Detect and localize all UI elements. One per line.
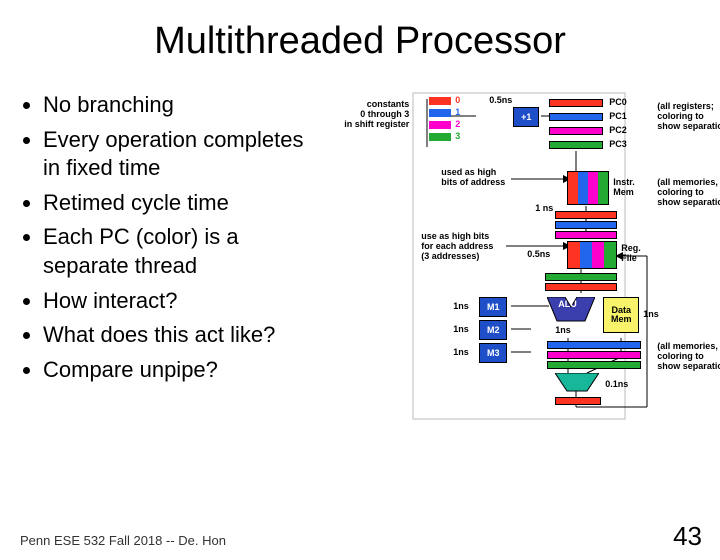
diagram-wires: [331, 91, 711, 421]
label-1ns-dm: 1ns: [643, 309, 659, 319]
all-memories-label: (all memories, coloring to show separati…: [657, 177, 720, 207]
shift-reg-3: [429, 133, 451, 141]
all-memories-label-2: (all memories, coloring to show separati…: [657, 341, 720, 371]
m1-box: M1: [479, 297, 507, 317]
shift-reg-1: [429, 109, 451, 117]
list-item: Retimed cycle time: [43, 189, 325, 218]
stage-reg-e: [545, 283, 617, 291]
label-1ns-instr: 1 ns: [535, 203, 553, 213]
pc1-label: PC1: [609, 111, 627, 121]
stage-reg-c: [555, 231, 617, 239]
constants-label: constants 0 through 3 in shift register: [327, 99, 409, 129]
stage-reg-b: [555, 221, 617, 229]
list-item: What does this act like?: [43, 321, 325, 350]
plus-one-box: +1: [513, 107, 539, 127]
reg-file-box: [567, 241, 617, 269]
pc3-label: PC3: [609, 139, 627, 149]
use-high-bits-label: use as high bits for each address (3 add…: [421, 231, 493, 261]
footer-text: Penn ESE 532 Fall 2018 -- De. Hon: [20, 533, 226, 548]
page-title: Multithreaded Processor: [0, 20, 720, 63]
pc0-reg: [549, 99, 603, 107]
label-1ns-alu: 1ns: [555, 325, 571, 335]
used-high-bits-label: used as high bits of address: [441, 167, 505, 187]
stage-reg-d: [545, 273, 617, 281]
data-mem-box: Data Mem: [603, 297, 639, 333]
list-item: Every operation completes in fixed time: [43, 126, 325, 183]
shift-label-2: 2: [455, 119, 460, 129]
shift-reg-0: [429, 97, 451, 105]
label-1ns-m2: 1ns: [453, 324, 469, 334]
shift-reg-2: [429, 121, 451, 129]
bottom-mux: [555, 373, 599, 393]
bullet-list: No branching Every operation completes i…: [18, 91, 325, 390]
pc2-reg: [549, 127, 603, 135]
instr-mem-label: Instr. Mem: [613, 177, 635, 197]
pc1-reg: [549, 113, 603, 121]
stage-reg-f: [547, 341, 641, 349]
label-0-5ns-rf: 0.5ns: [527, 249, 550, 259]
list-item: Compare unpipe?: [43, 356, 325, 385]
pc2-label: PC2: [609, 125, 627, 135]
list-item: Each PC (color) is a separate thread: [43, 223, 325, 280]
shift-label-3: 3: [455, 131, 460, 141]
m3-box: M3: [479, 343, 507, 363]
processor-diagram: constants 0 through 3 in shift register …: [331, 91, 702, 421]
stage-reg-h: [547, 361, 641, 369]
label-0-1ns: 0.1ns: [605, 379, 628, 389]
reg-file-label: Reg. File: [621, 243, 641, 263]
stage-reg-g: [547, 351, 641, 359]
alu-label: ALU: [558, 299, 577, 309]
label-1ns-m3: 1ns: [453, 347, 469, 357]
shift-label-0: 0: [455, 95, 460, 105]
instr-mem-box: [567, 171, 609, 205]
shift-label-1: 1: [455, 107, 460, 117]
list-item: No branching: [43, 91, 325, 120]
m2-box: M2: [479, 320, 507, 340]
all-registers-label: (all registers; coloring to show separat…: [657, 101, 720, 131]
pc3-reg: [549, 141, 603, 149]
label-1ns-m1: 1ns: [453, 301, 469, 311]
stage-reg-a: [555, 211, 617, 219]
page-number: 43: [673, 521, 702, 552]
label-0-5ns-top: 0.5ns: [489, 95, 512, 105]
pc0-label: PC0: [609, 97, 627, 107]
stage-reg-i: [555, 397, 601, 405]
list-item: How interact?: [43, 287, 325, 316]
